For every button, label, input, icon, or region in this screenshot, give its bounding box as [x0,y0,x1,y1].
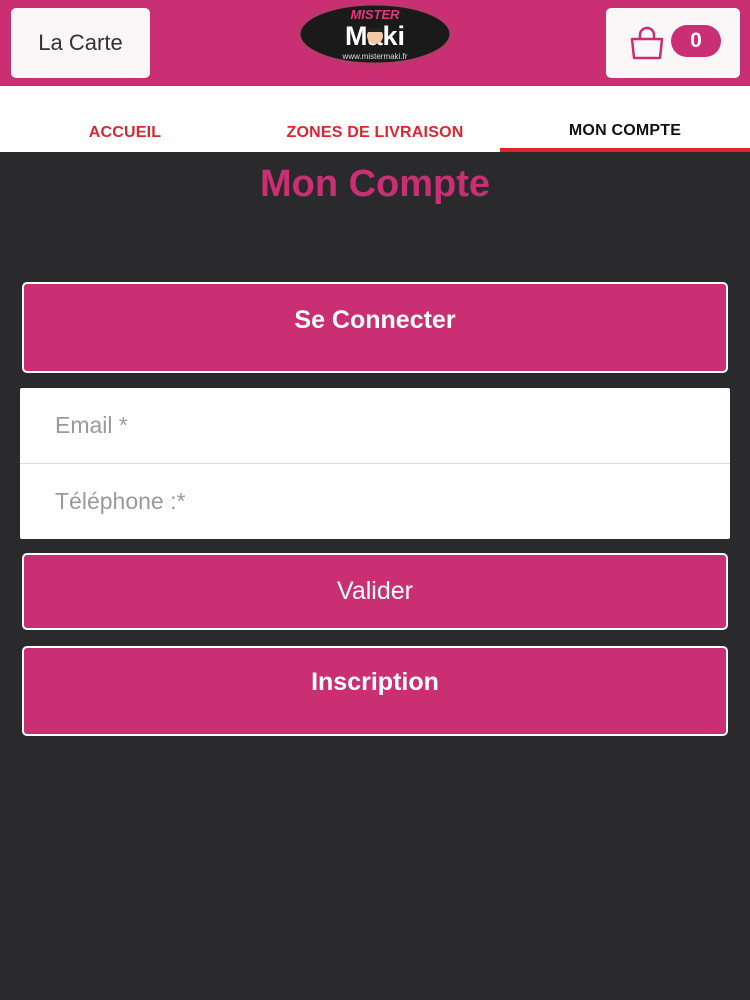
page-title: Mon Compte [259,163,491,205]
phone-field[interactable]: Téléphone :* [20,464,730,539]
email-field[interactable]: Email * [20,388,730,463]
inscription-button[interactable]: Inscription [22,646,728,736]
la-carte-label: La Carte [38,30,123,55]
main-navigation: ACCUEIL ZONES DE LIVRAISON MON COMPTE [0,86,750,152]
la-carte-button[interactable]: La Carte [11,8,150,78]
se-connecter-button[interactable]: Se Connecter [22,282,728,373]
tab-zones-de-livraison[interactable]: ZONES DE LIVRAISON [250,86,500,152]
cart-button[interactable]: 0 [606,8,740,78]
shopping-bag-icon [630,26,664,60]
cart-count-badge: 0 [671,25,721,57]
mister-maki-logo[interactable]: MISTER Maki www.mistermaki.fr [296,2,454,66]
app-header: La Carte MISTER Maki www.mistermaki.fr 0 [0,0,750,86]
valider-button[interactable]: Valider [22,553,728,630]
svg-text:www.mistermaki.fr: www.mistermaki.fr [342,52,408,61]
login-form: Email * Téléphone :* [20,388,730,539]
tab-mon-compte[interactable]: MON COMPTE [500,86,750,152]
tab-accueil[interactable]: ACCUEIL [0,86,250,152]
svg-text:MISTER: MISTER [350,7,400,22]
